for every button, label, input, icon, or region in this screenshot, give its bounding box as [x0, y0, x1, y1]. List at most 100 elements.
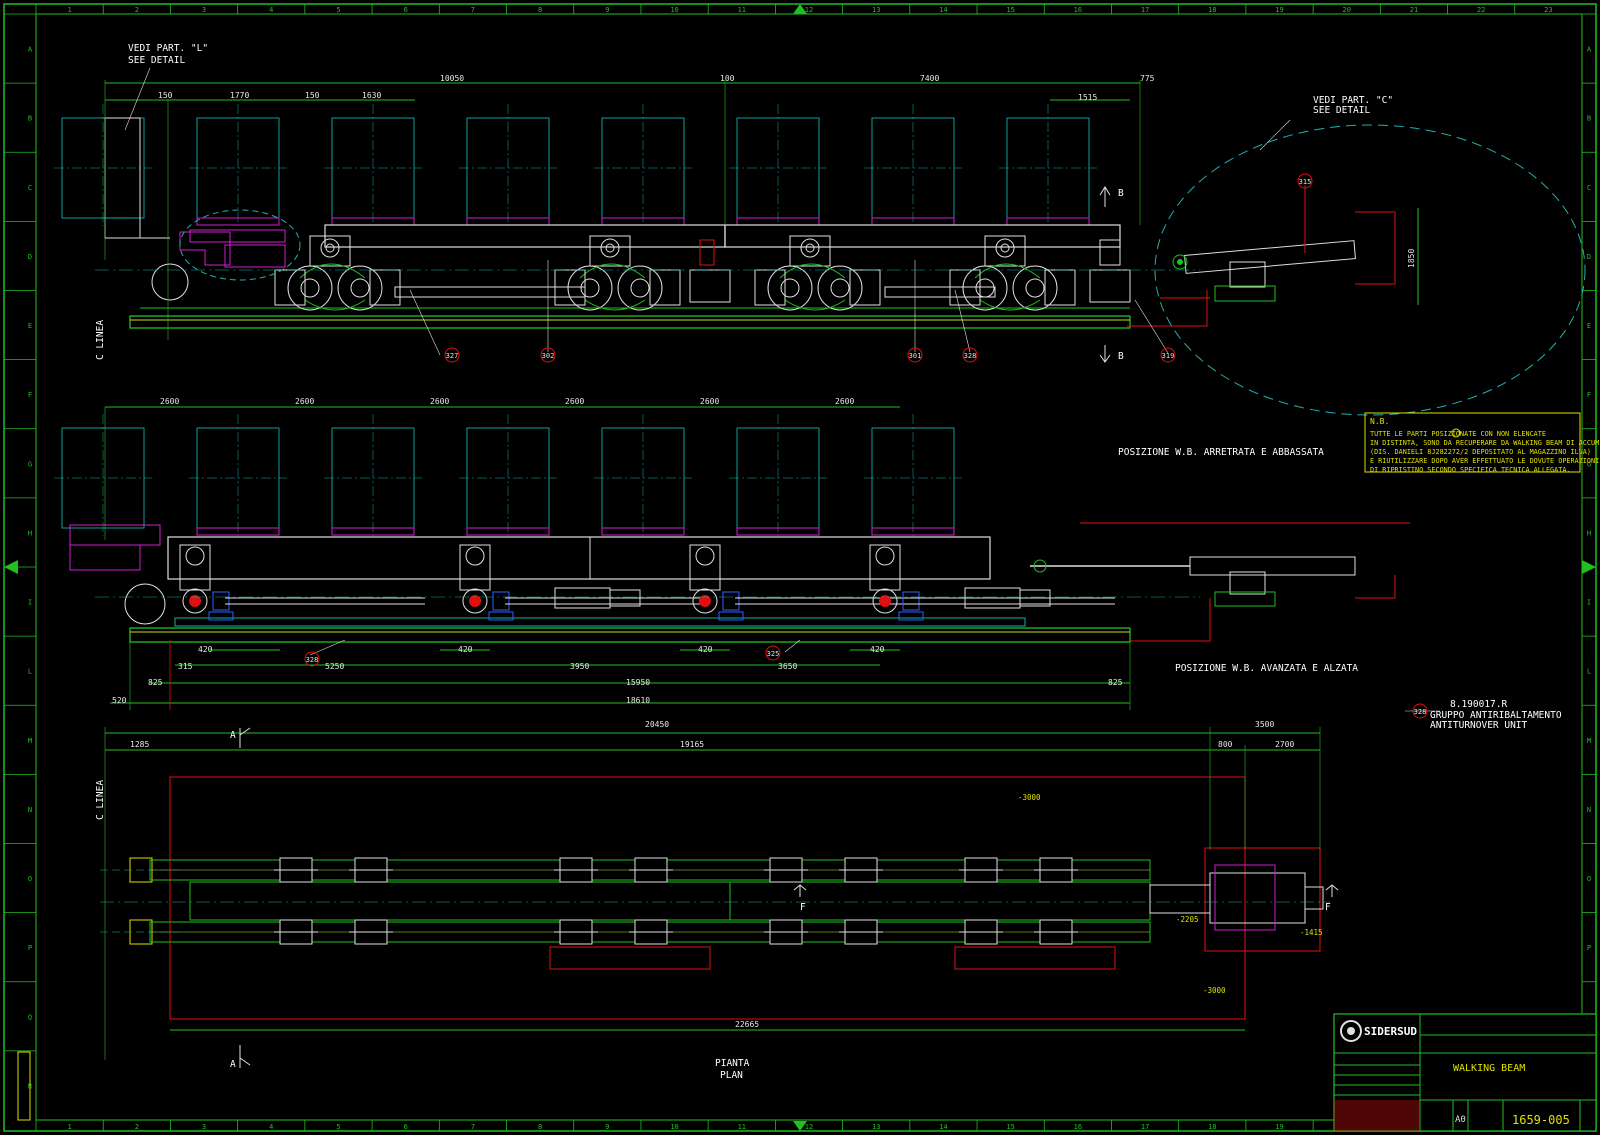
grid-col-label: 3	[202, 1123, 206, 1131]
drawing-title: WALKING BEAM	[1453, 1063, 1525, 1074]
level-minus-1415: -1415	[1300, 928, 1323, 937]
grid-col-label: 14	[939, 6, 947, 14]
anti-turnover-block	[492, 591, 510, 611]
grid-col-label: 2	[135, 1123, 139, 1131]
dim-1285: 1285	[130, 740, 149, 749]
plan-title-it: PIANTA	[715, 1058, 750, 1069]
lever-bracket	[789, 235, 831, 267]
lever-bracket	[984, 235, 1026, 267]
grid-row-label: P	[28, 944, 32, 952]
dim-100: 100	[720, 74, 735, 83]
lever-bracket	[589, 235, 631, 267]
dim-420-c: 420	[698, 645, 713, 654]
svg-text:328: 328	[964, 352, 977, 360]
grid-col-label: 21	[1410, 6, 1418, 14]
grid-row-label: C	[1587, 184, 1591, 192]
grid-row-label: D	[1587, 253, 1591, 261]
detail-l-note-1: VEDI PART. "L"	[128, 43, 208, 54]
unit-name-en: ANTITURNOVER UNIT	[1430, 720, 1528, 731]
sheet-size: A0	[1455, 1115, 1466, 1125]
nb-note-line-2: IN DISTINTA, SONO DA RECUPERARE DA WALKI…	[1370, 439, 1600, 447]
section-a-top: A	[230, 730, 236, 741]
section-b-top: B	[1118, 188, 1124, 199]
grid-col-label: 2	[135, 6, 139, 14]
grid-col-label: 16	[1074, 6, 1082, 14]
grid-col-label: 15	[1006, 6, 1014, 14]
dim-15950: 15950	[626, 678, 650, 687]
level-minus-2205: -2205	[1176, 915, 1199, 924]
grid-col-label: 22	[1477, 6, 1485, 14]
grid-col-label: 13	[872, 6, 880, 14]
grid-row-label: D	[28, 253, 32, 261]
grid-row-label: N	[28, 806, 32, 814]
dim-18610: 18610	[626, 696, 650, 705]
section-a-bottom: A	[230, 1059, 236, 1070]
nb-note-line-3: (DIS. DANIELI 8J282272/2 DEPOSITATO AL M…	[1370, 448, 1591, 456]
grid-row-label: E	[1587, 322, 1591, 330]
grid-row-label: H	[28, 529, 32, 537]
section-f-left: F	[800, 902, 806, 913]
section-b-bottom: B	[1118, 351, 1124, 362]
grid-row-label: A	[28, 46, 33, 54]
pitch-2600-5: 2600	[700, 397, 719, 406]
lever-bracket	[179, 544, 211, 591]
dim-3950: 3950	[570, 662, 589, 671]
balloons: 315 327 302 301 328 319 328 325 328	[304, 173, 1428, 719]
dim-1630: 1630	[362, 91, 381, 100]
grid-col-label: 10	[670, 6, 678, 14]
balloon-325: 325	[765, 645, 781, 661]
svg-text:328: 328	[1414, 708, 1427, 716]
grid-col-label: 9	[605, 6, 609, 14]
dim-315: 315	[178, 662, 193, 671]
grid-col-label: 23	[1544, 6, 1552, 14]
hydraulic-cylinder-mid	[1030, 556, 1356, 607]
grid-col-label: 9	[605, 1123, 609, 1131]
section-f-right: F	[1325, 902, 1331, 913]
dim-10050: 10050	[440, 74, 464, 83]
top-elevation-view	[54, 67, 1586, 416]
dim-1770: 1770	[230, 91, 249, 100]
linea-label-top: C LINEA	[95, 320, 106, 360]
grid-col-label: 11	[738, 6, 746, 14]
balloon-315: 315	[1297, 173, 1313, 189]
nb-note-line-5: DI RIPRISTINO SECONDO SPECIFICA TECNICA …	[1370, 466, 1571, 474]
grid-row-label: H	[1587, 529, 1591, 537]
grid-row-label: F	[28, 391, 32, 399]
grid-col-label: 5	[336, 6, 340, 14]
grid-row-label: Q	[28, 1013, 32, 1021]
hydraulic-cylinder-top	[1172, 240, 1357, 302]
grid-row-label: A	[1587, 46, 1592, 54]
grid-col-label: 8	[538, 6, 542, 14]
dim-5250: 5250	[325, 662, 344, 671]
dim-775: 775	[1140, 74, 1155, 83]
grid-col-label: 7	[471, 1123, 475, 1131]
position-retracted-label: POSIZIONE W.B. ARRETRATA E ABBASSATA	[1118, 447, 1324, 458]
grid-col-label: 17	[1141, 1123, 1149, 1131]
text-layer: VEDI PART. "L" SEE DETAIL VEDI PART. "C"…	[95, 43, 1600, 1127]
grid-row-label: L	[28, 668, 32, 676]
dim-1850: 1850	[1407, 249, 1416, 268]
plan-view	[100, 727, 1339, 1068]
dim-3500: 3500	[1255, 720, 1274, 729]
dim-825-b: 825	[1108, 678, 1123, 687]
grid-col-label: 14	[939, 1123, 947, 1131]
detail-c-note-2: SEE DETAIL	[1313, 105, 1370, 116]
dim-420-b: 420	[458, 645, 473, 654]
grid-row-label: C	[28, 184, 32, 192]
grid-row-label: I	[1587, 599, 1591, 607]
grid-col-label: 18	[1208, 6, 1216, 14]
grid-row-label: O	[28, 875, 32, 883]
grid-row-label: P	[1587, 944, 1591, 952]
dim-1515: 1515	[1078, 93, 1097, 102]
level-minus-3000-b: -3000	[1203, 986, 1226, 995]
grid-col-label: 1	[67, 1123, 71, 1131]
grid-col-label: 15	[1006, 1123, 1014, 1131]
grid-col-label: 19	[1275, 1123, 1283, 1131]
grid-col-label: 6	[404, 6, 408, 14]
dim-150-b: 150	[305, 91, 320, 100]
grid-row-label: G	[28, 460, 32, 468]
anti-turnover-block	[902, 591, 920, 611]
nb-note-line-4: E RIUTILIZZARE DOPO AVER EFFETTUATO LE D…	[1370, 457, 1599, 465]
lever-bracket	[869, 544, 901, 591]
grid-col-label: 10	[670, 1123, 678, 1131]
